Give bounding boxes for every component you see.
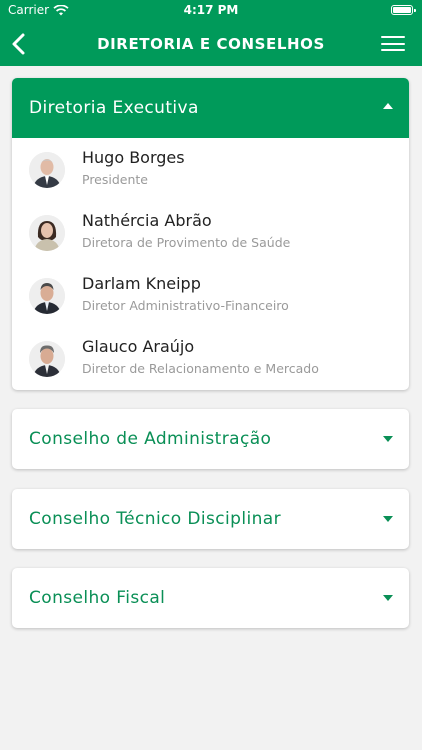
- member-name: Darlam Kneipp: [82, 274, 201, 293]
- member-name: Nathércia Abrão: [82, 211, 212, 230]
- hamburger-menu-icon[interactable]: [381, 36, 405, 53]
- section-title: Conselho de Administração: [29, 429, 272, 449]
- app-header: Carrier 4:17 PM DIRETORIA E CONSELHOS: [0, 0, 422, 66]
- avatar: [29, 341, 65, 377]
- member-role: Diretor Administrativo-Financeiro: [82, 298, 289, 313]
- chevron-down-icon: [383, 436, 393, 442]
- member-item[interactable]: Glauco Araújo Diretor de Relacionamento …: [12, 327, 409, 390]
- member-role: Diretor de Relacionamento e Mercado: [82, 361, 319, 376]
- navigation-bar: DIRETORIA E CONSELHOS: [0, 22, 422, 66]
- clock: 4:17 PM: [183, 3, 239, 17]
- section-header-conselho-administracao[interactable]: Conselho de Administração: [12, 409, 409, 469]
- chevron-up-icon: [383, 103, 393, 109]
- section-title: Conselho Técnico Disciplinar: [29, 509, 281, 529]
- battery-icon: [391, 5, 416, 15]
- member-role: Presidente: [82, 172, 148, 187]
- section-header-diretoria-executiva[interactable]: Diretoria Executiva: [12, 78, 409, 138]
- chevron-left-icon[interactable]: [9, 31, 29, 57]
- member-role: Diretora de Provimento de Saúde: [82, 235, 291, 250]
- page-title: DIRETORIA E CONSELHOS: [97, 35, 325, 53]
- member-item[interactable]: Hugo Borges Presidente: [12, 138, 409, 201]
- status-bar: Carrier 4:17 PM: [0, 0, 422, 22]
- member-name: Glauco Araújo: [82, 337, 195, 356]
- member-item[interactable]: Nathércia Abrão Diretora de Provimento d…: [12, 201, 409, 264]
- section-conselho-administracao: Conselho de Administração: [12, 409, 409, 469]
- avatar: [29, 215, 65, 251]
- section-title: Conselho Fiscal: [29, 588, 166, 608]
- chevron-down-icon: [383, 595, 393, 601]
- section-conselho-tecnico-disciplinar: Conselho Técnico Disciplinar: [12, 489, 409, 549]
- section-title: Diretoria Executiva: [29, 98, 199, 118]
- avatar: [29, 152, 65, 188]
- member-item[interactable]: Darlam Kneipp Diretor Administrativo-Fin…: [12, 264, 409, 327]
- chevron-down-icon: [383, 516, 393, 522]
- section-header-conselho-fiscal[interactable]: Conselho Fiscal: [12, 568, 409, 628]
- section-header-conselho-tecnico-disciplinar[interactable]: Conselho Técnico Disciplinar: [12, 489, 409, 549]
- avatar: [29, 278, 65, 314]
- section-diretoria-executiva: Diretoria Executiva Hugo Borges Presiden…: [12, 78, 409, 390]
- section-conselho-fiscal: Conselho Fiscal: [12, 568, 409, 628]
- member-name: Hugo Borges: [82, 148, 185, 167]
